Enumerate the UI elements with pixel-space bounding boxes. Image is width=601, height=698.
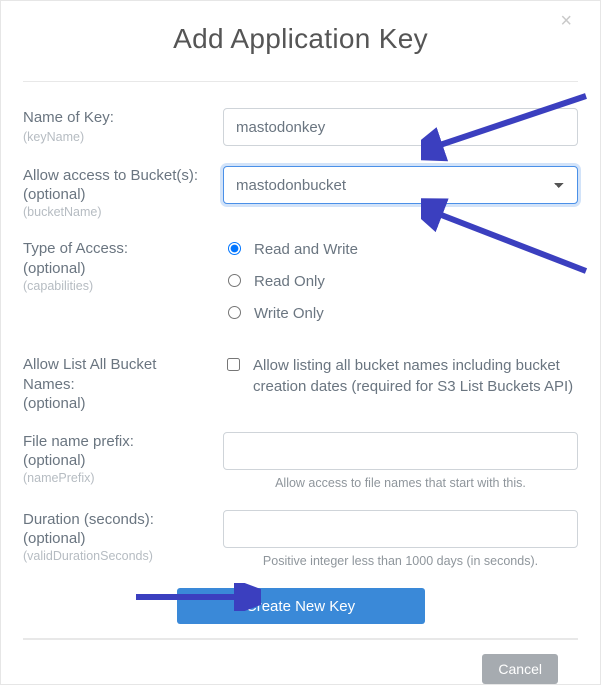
radio-read-write-label: Read and Write: [254, 239, 358, 261]
checkbox-list-all-label: Allow listing all bucket names including…: [253, 355, 578, 399]
row-key-name: Name of Key: (keyName): [23, 108, 578, 146]
label-list-all: Allow List All Bucket Names:: [23, 355, 211, 396]
radio-read-only[interactable]: Read Only: [223, 271, 578, 293]
radio-read-only-input[interactable]: [228, 274, 241, 287]
label-prefix-tech: (namePrefix): [23, 471, 211, 485]
duration-input[interactable]: [223, 510, 578, 548]
label-duration: Duration (seconds):: [23, 510, 211, 530]
key-name-input[interactable]: [223, 108, 578, 146]
row-list-all: Allow List All Bucket Names: (optional) …: [23, 355, 578, 413]
bucket-select[interactable]: mastodonbucket: [223, 166, 578, 204]
label-bucket-tech: (bucketName): [23, 205, 211, 219]
modal-title: Add Application Key: [23, 23, 578, 55]
label-prefix-opt: (optional): [23, 452, 211, 469]
label-duration-tech: (validDurationSeconds): [23, 549, 211, 563]
label-list-all-opt: (optional): [23, 395, 211, 412]
label-bucket-opt: (optional): [23, 186, 211, 203]
create-new-key-button[interactable]: Create New Key: [177, 588, 425, 624]
modal-header: × Add Application Key: [23, 15, 578, 81]
radio-write-only-input[interactable]: [228, 306, 241, 319]
label-bucket: Allow access to Bucket(s):: [23, 166, 211, 186]
checkbox-list-all[interactable]: Allow listing all bucket names including…: [223, 355, 578, 399]
label-prefix: File name prefix:: [23, 432, 211, 452]
label-access-tech: (capabilities): [23, 279, 211, 293]
label-key-name: Name of Key:: [23, 108, 211, 128]
prefix-hint: Allow access to file names that start wi…: [223, 476, 578, 490]
row-duration: Duration (seconds): (optional) (validDur…: [23, 510, 578, 568]
label-key-name-tech: (keyName): [23, 130, 211, 144]
radio-read-only-label: Read Only: [254, 271, 325, 293]
checkbox-list-all-input[interactable]: [227, 358, 240, 371]
label-access: Type of Access:: [23, 239, 211, 259]
label-access-opt: (optional): [23, 260, 211, 277]
prefix-input[interactable]: [223, 432, 578, 470]
row-bucket: Allow access to Bucket(s): (optional) (b…: [23, 166, 578, 219]
form-body: Name of Key: (keyName) Allow access to B…: [23, 82, 578, 624]
row-prefix: File name prefix: (optional) (namePrefix…: [23, 432, 578, 490]
modal-footer: Cancel: [23, 639, 578, 698]
duration-hint: Positive integer less than 1000 days (in…: [223, 554, 578, 568]
radio-read-write[interactable]: Read and Write: [223, 239, 578, 261]
cancel-button[interactable]: Cancel: [482, 654, 558, 684]
add-application-key-modal: × Add Application Key Name of Key: (keyN…: [1, 1, 600, 698]
label-duration-opt: (optional): [23, 530, 211, 547]
radio-read-write-input[interactable]: [228, 242, 241, 255]
radio-write-only-label: Write Only: [254, 303, 324, 325]
row-access-type: Type of Access: (optional) (capabilities…: [23, 239, 578, 334]
radio-write-only[interactable]: Write Only: [223, 303, 578, 325]
close-icon[interactable]: ×: [560, 11, 572, 31]
